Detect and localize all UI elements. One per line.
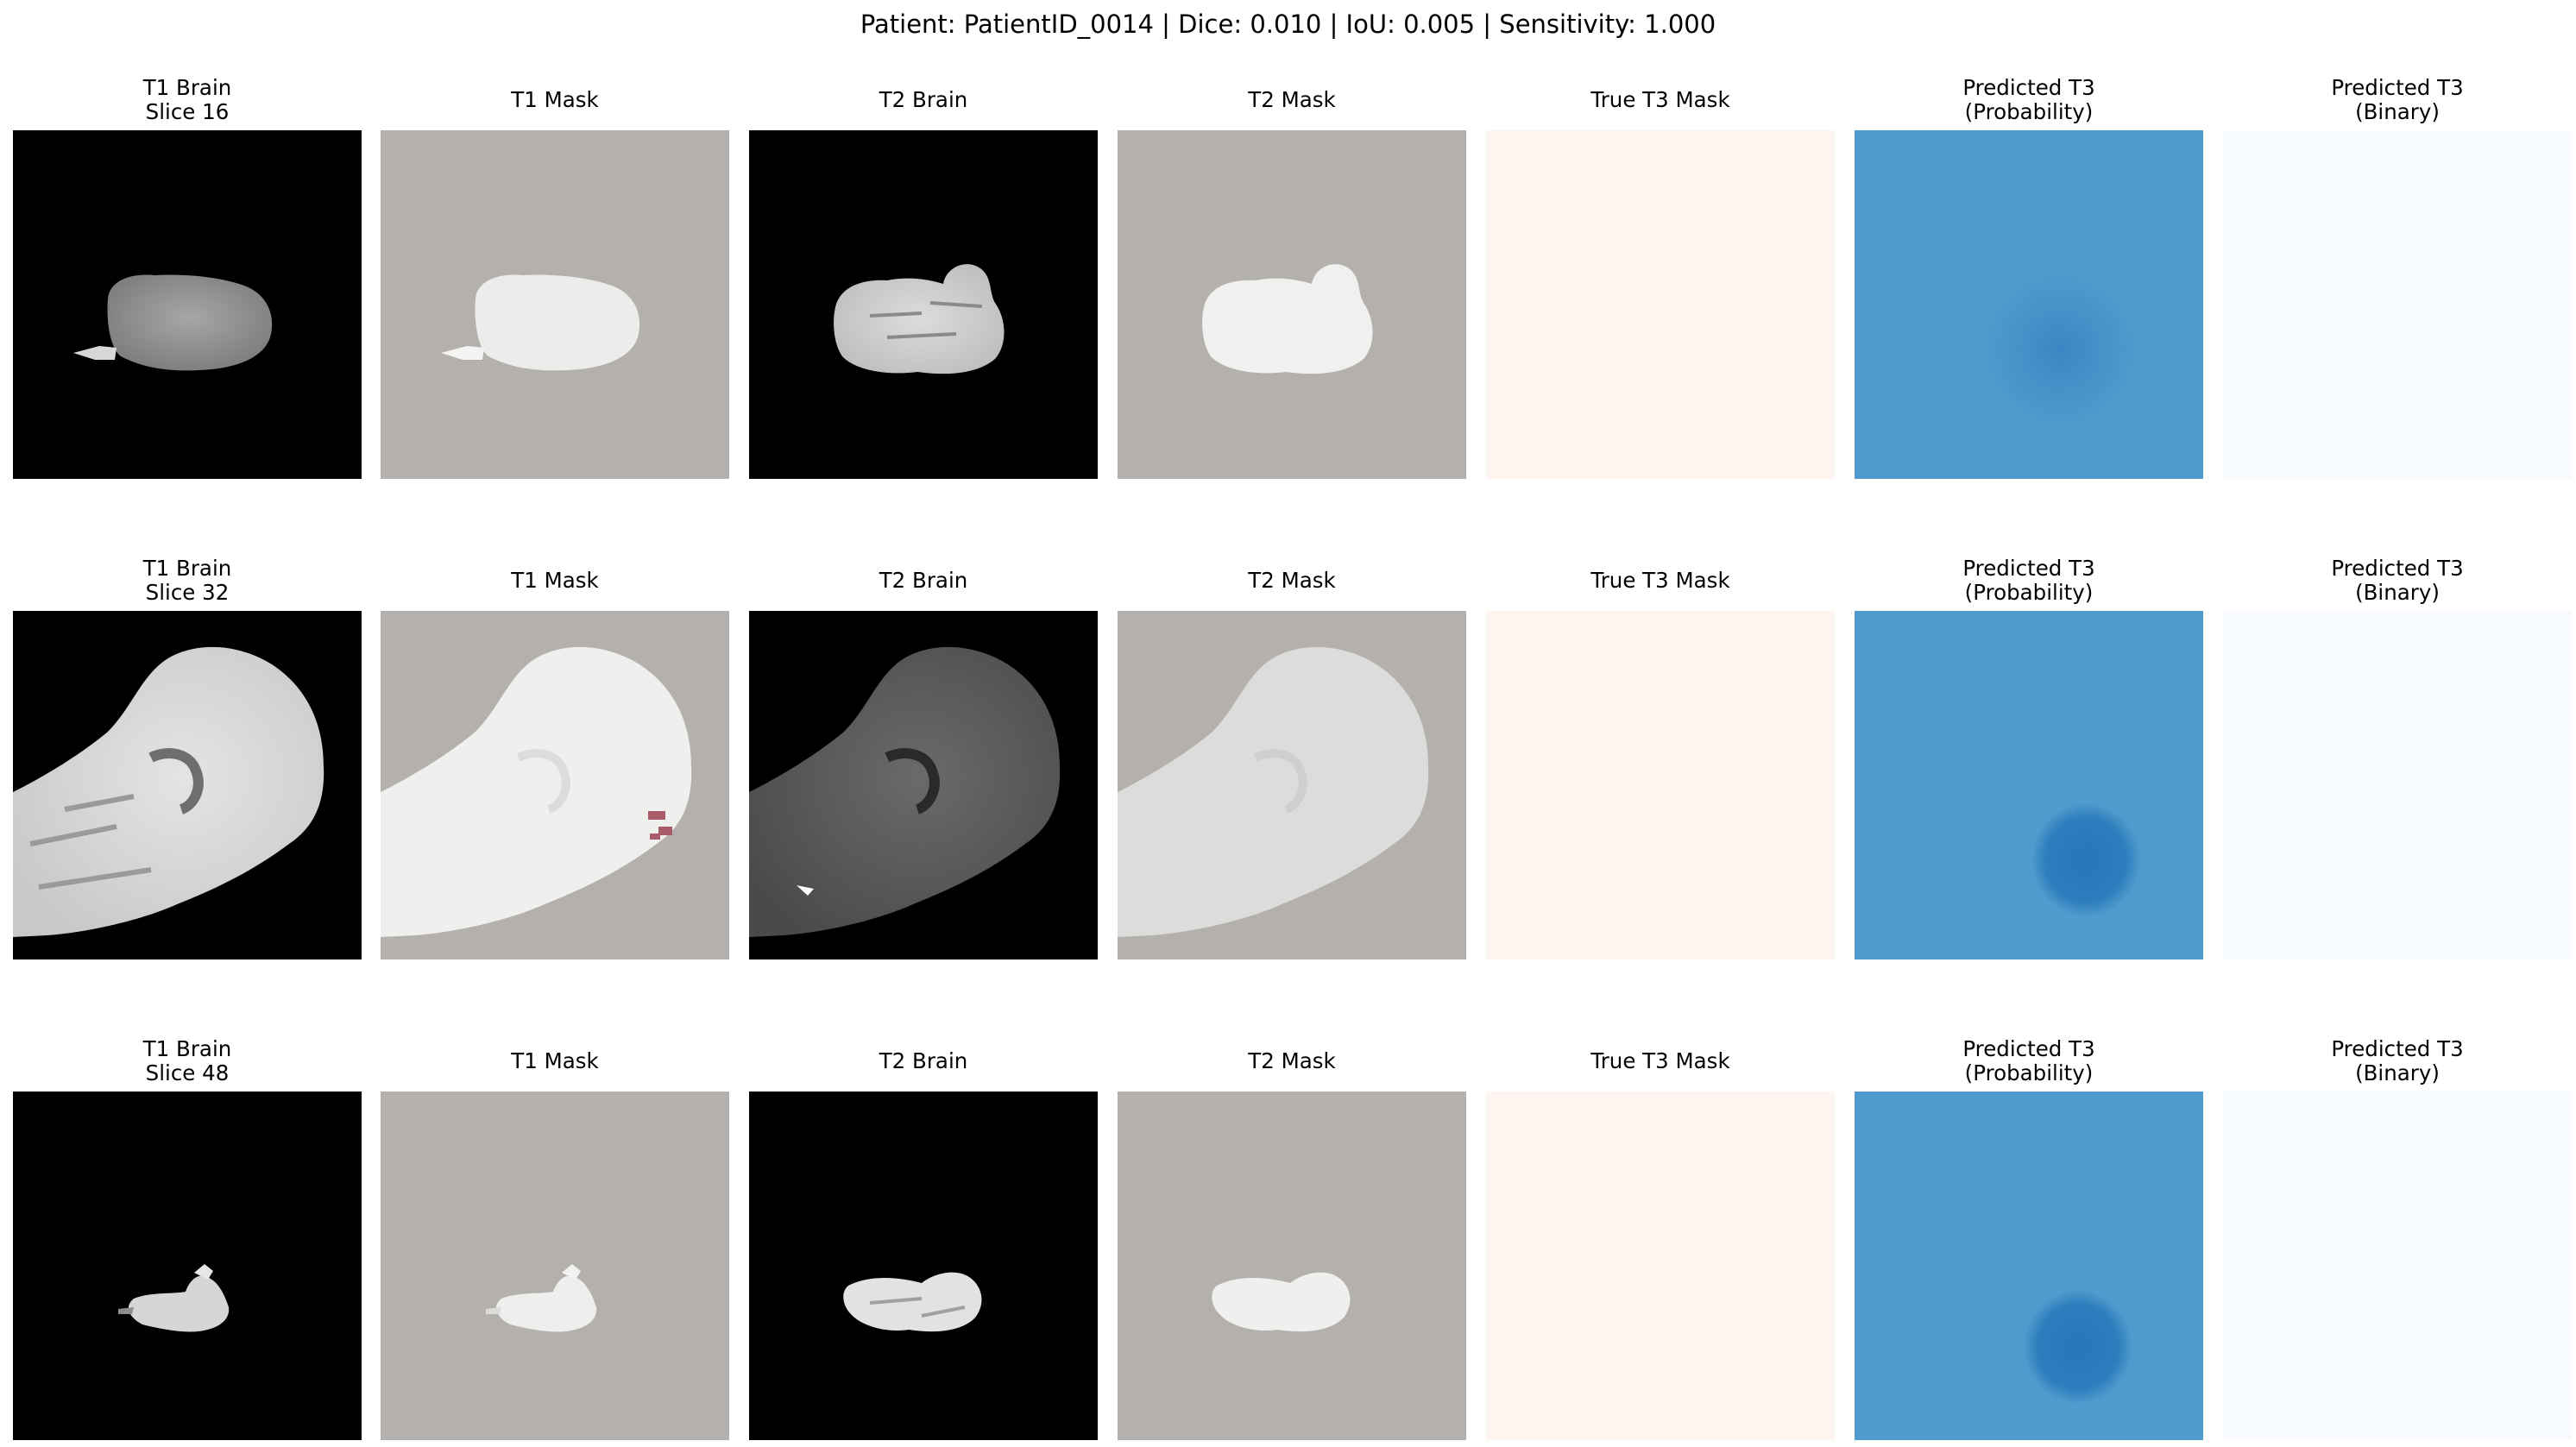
panel-title-t2-brain: T2 Brain bbox=[879, 87, 968, 112]
panel-title-true-t3-mask: True T3 Mask bbox=[1590, 87, 1730, 112]
image-t2-mask-slice-48 bbox=[1118, 1092, 1466, 1440]
image-t1-mask-slice-16 bbox=[381, 130, 729, 479]
image-predicted-t3-binary-slice-32 bbox=[2223, 611, 2572, 959]
panel-title-true-t3-mask: True T3 Mask bbox=[1590, 1048, 1730, 1073]
figure-suptitle: Patient: PatientID_0014 | Dice: 0.010 | … bbox=[860, 9, 1716, 39]
image-t1-brain-slice-48 bbox=[13, 1092, 362, 1440]
panel-title-predicted-t3-binary: Predicted T3 (Binary) bbox=[2331, 75, 2464, 124]
image-t1-brain-slice-16 bbox=[13, 130, 362, 479]
panel-title-predicted-t3-probability: Predicted T3 (Probability) bbox=[1962, 75, 2095, 124]
image-t1-brain-slice-32 bbox=[13, 611, 362, 959]
image-true-t3-mask-slice-16 bbox=[1486, 130, 1835, 479]
panel-title-t2-mask: T2 Mask bbox=[1248, 1048, 1336, 1073]
panel-title-t1-brain: T1 Brain Slice 32 bbox=[142, 556, 232, 605]
image-true-t3-mask-slice-48 bbox=[1486, 1092, 1835, 1440]
image-t2-mask-slice-32 bbox=[1118, 611, 1466, 959]
panel-title-t1-mask: T1 Mask bbox=[511, 1048, 599, 1073]
panel-title-predicted-t3-probability: Predicted T3 (Probability) bbox=[1962, 1036, 2095, 1085]
image-t2-mask-slice-16 bbox=[1118, 130, 1466, 479]
image-t1-mask-slice-48 bbox=[381, 1092, 729, 1440]
panel-title-predicted-t3-binary: Predicted T3 (Binary) bbox=[2331, 1036, 2464, 1085]
lesion-marker bbox=[648, 811, 665, 820]
image-predicted-t3-probability-slice-16 bbox=[1855, 130, 2203, 479]
image-t2-brain-slice-48 bbox=[749, 1092, 1098, 1440]
image-t2-brain-slice-16 bbox=[749, 130, 1098, 479]
image-predicted-t3-probability-slice-32 bbox=[1855, 611, 2203, 959]
image-predicted-t3-probability-slice-48 bbox=[1855, 1092, 2203, 1440]
panel-title-t2-mask: T2 Mask bbox=[1248, 87, 1336, 112]
panel-title-predicted-t3-probability: Predicted T3 (Probability) bbox=[1962, 556, 2095, 605]
panel-title-true-t3-mask: True T3 Mask bbox=[1590, 568, 1730, 593]
image-t1-mask-slice-32 bbox=[381, 611, 729, 959]
panel-title-t2-mask: T2 Mask bbox=[1248, 568, 1336, 593]
image-true-t3-mask-slice-32 bbox=[1486, 611, 1835, 959]
panel-title-t2-brain: T2 Brain bbox=[879, 568, 968, 593]
panel-title-t1-mask: T1 Mask bbox=[511, 87, 599, 112]
image-predicted-t3-binary-slice-48 bbox=[2223, 1092, 2572, 1440]
panel-title-t2-brain: T2 Brain bbox=[879, 1048, 968, 1073]
panel-title-t1-brain: T1 Brain Slice 48 bbox=[142, 1036, 232, 1085]
image-predicted-t3-binary-slice-16 bbox=[2223, 130, 2572, 479]
image-t2-brain-slice-32 bbox=[749, 611, 1098, 959]
panel-title-t1-mask: T1 Mask bbox=[511, 568, 599, 593]
panel-title-predicted-t3-binary: Predicted T3 (Binary) bbox=[2331, 556, 2464, 605]
panel-title-t1-brain: T1 Brain Slice 16 bbox=[142, 75, 232, 124]
